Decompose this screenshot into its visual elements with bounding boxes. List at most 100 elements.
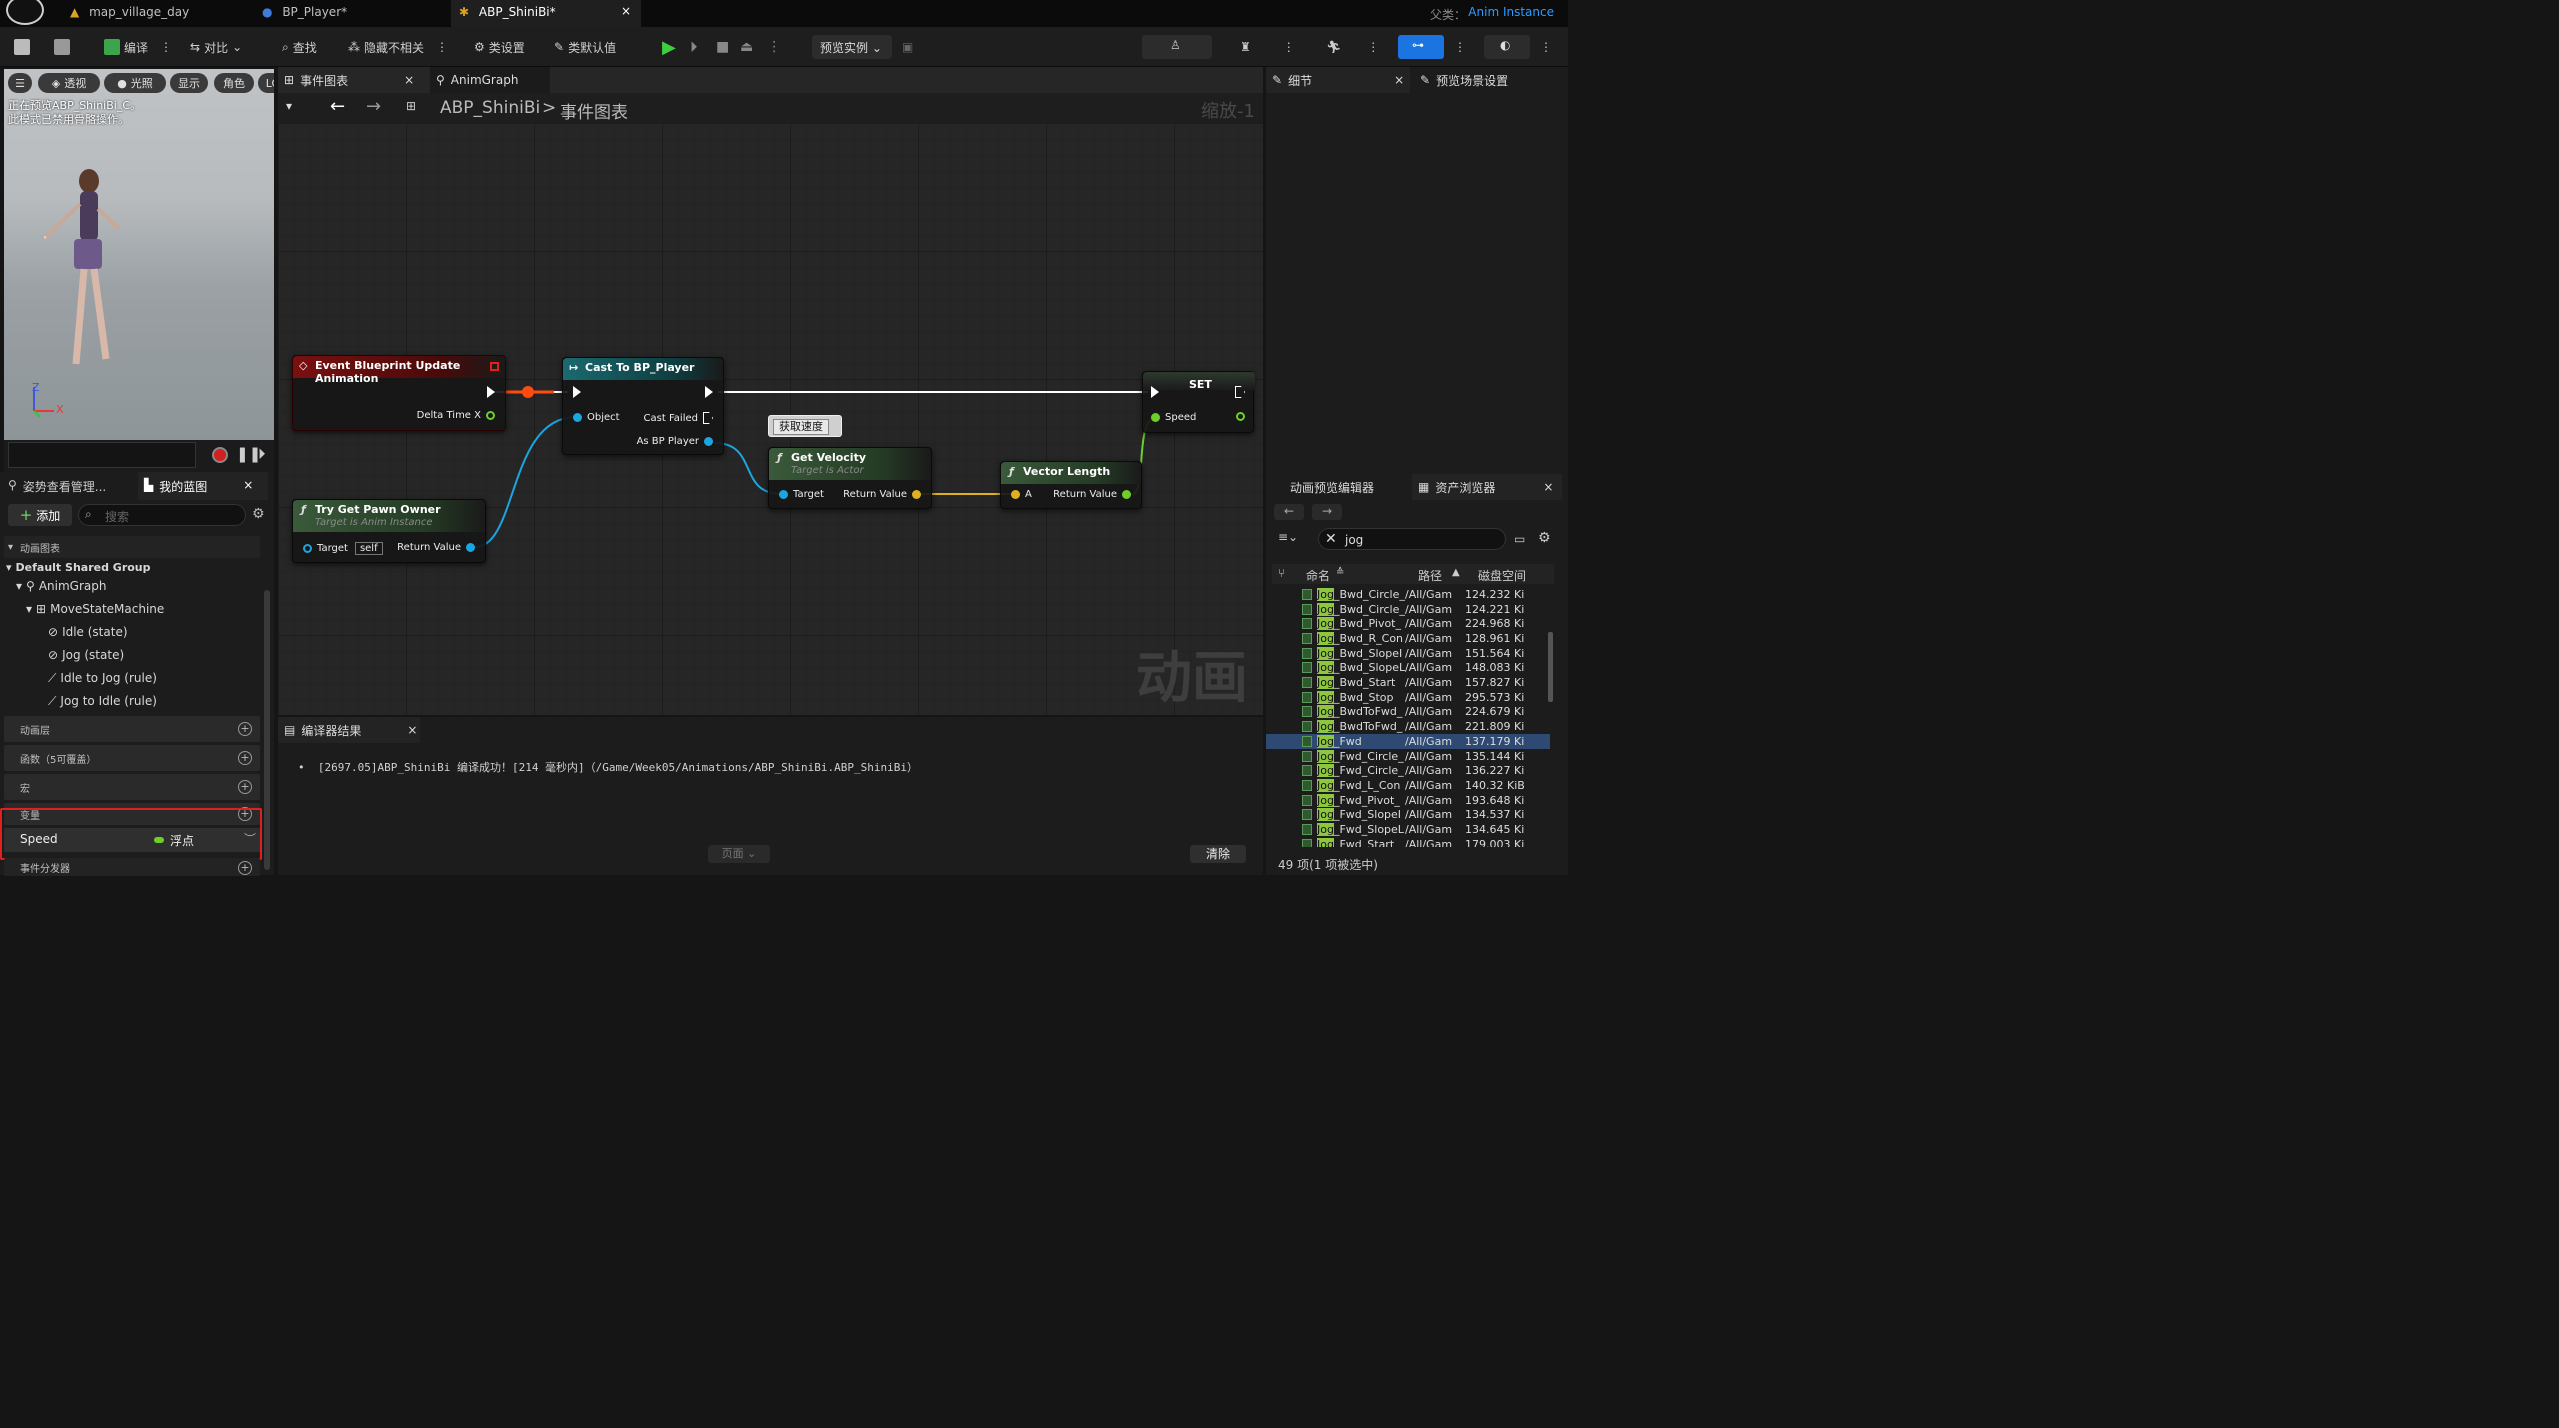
step-forward-button[interactable]: ⏵ bbox=[258, 445, 266, 463]
add-button[interactable]: + 添加 bbox=[8, 504, 72, 526]
asset-row[interactable]: Jog_Fwd_Pivot_/All/Gam 193.648 Ki bbox=[1276, 793, 1546, 808]
node-vector-length[interactable]: ƒ Vector Length A Return Value bbox=[1000, 461, 1142, 509]
close-icon[interactable]: × bbox=[1394, 73, 1404, 87]
lighting-button[interactable]: ● 光照 bbox=[104, 73, 166, 93]
diff-button[interactable]: ⇆ 对比 ⌄ bbox=[190, 36, 242, 58]
class-defaults-button[interactable]: ✎ 类默认值 bbox=[554, 36, 616, 58]
asset-row[interactable]: Jog_Bwd_Circle_/All/Gam 124.232 Ki bbox=[1276, 587, 1546, 602]
delegate-pin-icon[interactable] bbox=[490, 362, 499, 371]
perspective-button[interactable]: ◈ 透视 bbox=[38, 73, 100, 93]
asset-row[interactable]: Jog_Fwd_SlopeL/All/Gam 134.645 Ki bbox=[1276, 822, 1546, 837]
tree-move-state-machine[interactable]: ▾ ⊞ MoveStateMachine bbox=[26, 598, 164, 620]
preview-instance-dropdown[interactable]: 预览实例 ⌄ bbox=[812, 35, 892, 59]
exec-out-pin[interactable] bbox=[487, 386, 495, 398]
clear-button[interactable]: 清除 bbox=[1190, 845, 1246, 863]
node-event-update-animation[interactable]: ◇ Event Blueprint Update Animation Delta… bbox=[292, 355, 506, 431]
unreal-logo-icon[interactable] bbox=[6, 0, 44, 25]
cast-object-pin[interactable]: Object bbox=[573, 412, 620, 423]
node-get-velocity[interactable]: ƒ Get Velocity Target is Actor Target Re… bbox=[768, 447, 932, 509]
tab-bp-player[interactable]: ● BP_Player* bbox=[252, 0, 447, 27]
asset-row[interactable]: Jog_Fwd_Circle_/All/Gam 136.227 Ki bbox=[1276, 763, 1546, 778]
tree-jog-state[interactable]: ⊘ Jog (state) bbox=[48, 644, 124, 666]
comment-bubble[interactable]: 获取速度 bbox=[768, 415, 842, 437]
record-button[interactable] bbox=[212, 447, 228, 463]
skeleton-mode-button[interactable]: ♙ bbox=[1142, 35, 1212, 59]
set-speed-out-pin[interactable] bbox=[1236, 412, 1245, 421]
asset-row[interactable]: Jog_Bwd_Stop/All/Gam 295.573 Ki bbox=[1276, 690, 1546, 705]
asset-row[interactable]: Jog_Fwd/All/Gam 137.179 Ki bbox=[1266, 734, 1550, 749]
pawn-target-pin[interactable]: Target self bbox=[303, 542, 383, 555]
tree-animgraph[interactable]: ▾ ⚲ AnimGraph bbox=[16, 575, 106, 597]
velocity-return-pin[interactable]: Return Value bbox=[843, 489, 921, 500]
asset-row[interactable]: Jog_Fwd_Start/All/Gam 179.003 Ki bbox=[1276, 837, 1546, 847]
tab-preview-scene-settings[interactable]: ✎ 预览场景设置 bbox=[1414, 67, 1564, 93]
blueprint-mode-button[interactable]: ⊶ bbox=[1398, 35, 1444, 59]
show-button[interactable]: 显示 bbox=[170, 73, 208, 93]
tab-pose-watch[interactable]: ⚲ 姿势查看管理... bbox=[8, 478, 106, 495]
velocity-target-pin[interactable]: Target bbox=[779, 489, 824, 500]
physics-mode-button[interactable]: ◐ bbox=[1484, 35, 1530, 59]
asset-row[interactable]: Jog_BwdToFwd_/All/Gam 224.679 Ki bbox=[1276, 705, 1546, 720]
character-button[interactable]: 角色 bbox=[214, 73, 254, 93]
class-settings-button[interactable]: ⚙ 类设置 bbox=[474, 36, 525, 58]
asset-row[interactable]: Jog_Bwd_SlopeL/All/Gam 148.083 Ki bbox=[1276, 661, 1546, 676]
add-macro-icon[interactable]: + bbox=[238, 780, 252, 794]
set-exec-in-pin[interactable] bbox=[1151, 386, 1159, 398]
close-icon[interactable]: × bbox=[407, 723, 417, 737]
asset-row[interactable]: Jog_Fwd_SlopeI/All/Gam 134.537 Ki bbox=[1276, 808, 1546, 823]
tab-asset-browser[interactable]: ▦ 资产浏览器 × bbox=[1412, 474, 1562, 500]
asset-row[interactable]: Jog_Fwd_L_Con/All/Gam 140.32 KiB bbox=[1276, 778, 1546, 793]
asset-row[interactable]: Jog_Bwd_Start/All/Gam 157.827 Ki bbox=[1276, 675, 1546, 690]
blueprint-search-input[interactable]: ⌕ 搜索 bbox=[78, 504, 246, 526]
save-button[interactable] bbox=[14, 36, 30, 58]
section-anim-graph[interactable]: ▾ 动画图表 bbox=[4, 536, 260, 558]
pawn-return-pin[interactable]: Return Value bbox=[397, 542, 475, 553]
close-icon[interactable]: × bbox=[1543, 480, 1553, 494]
page-dropdown[interactable]: 页面 ⌄ bbox=[708, 845, 770, 863]
tab-map-village-day[interactable]: ▲ map_village_day bbox=[58, 0, 248, 27]
more-options-button[interactable]: ⋮ bbox=[1540, 36, 1552, 58]
asset-row[interactable]: Jog_BwdToFwd_/All/Gam 221.809 Ki bbox=[1276, 719, 1546, 734]
node-cast-to-bp-player[interactable]: ↦ Cast To BP_Player Object Cast Failed A… bbox=[562, 357, 724, 455]
asset-scrollbar[interactable] bbox=[1548, 632, 1553, 702]
tab-details[interactable]: ✎ 细节 × bbox=[1266, 67, 1410, 93]
timeline-scrubber[interactable] bbox=[8, 442, 196, 468]
asset-row[interactable]: Jog_Bwd_Circle_/All/Gam 124.221 Ki bbox=[1276, 602, 1546, 617]
debug-filter-button[interactable]: ▣ bbox=[902, 36, 913, 58]
set-speed-in-pin[interactable]: Speed bbox=[1151, 412, 1196, 423]
gear-icon[interactable]: ⚙ bbox=[252, 506, 265, 522]
asset-search-input[interactable]: ✕ jog bbox=[1318, 528, 1506, 550]
tree-idle-to-jog-rule[interactable]: ⟋ Idle to Jog (rule) bbox=[48, 667, 157, 689]
section-anim-layers[interactable]: 动画层 + bbox=[4, 716, 260, 742]
tab-anim-preview-editor[interactable]: 动画预览编辑器 bbox=[1280, 474, 1414, 500]
asset-row[interactable]: Jog_Bwd_SlopeI/All/Gam 151.564 Ki bbox=[1276, 646, 1546, 661]
asset-row[interactable]: Jog_Bwd_Pivot_/All/Gam 224.968 Ki bbox=[1276, 616, 1546, 631]
mesh-mode-button[interactable]: ♜ ⋮ bbox=[1240, 36, 1295, 58]
folder-icon[interactable]: ▭ bbox=[1514, 532, 1525, 546]
asset-list[interactable]: Jog_Bwd_Circle_/All/Gam 124.232 Ki Jog_Bwd… bbox=[1266, 587, 1556, 847]
section-event-dispatchers[interactable]: 事件分发器 + bbox=[4, 858, 260, 876]
tab-my-blueprint[interactable]: ▙ 我的蓝图 × bbox=[138, 472, 268, 500]
filter-icon[interactable]: ≡⌄ bbox=[1278, 530, 1298, 544]
tree-jog-to-idle-rule[interactable]: ⟋ Jog to Idle (rule) bbox=[48, 690, 157, 712]
cast-exec-out-pin[interactable] bbox=[705, 386, 713, 398]
gear-icon[interactable]: ⚙ bbox=[1538, 530, 1551, 546]
section-macros[interactable]: 宏 + bbox=[4, 774, 260, 800]
back-button[interactable]: ← bbox=[1274, 504, 1304, 520]
panel-scrollbar[interactable] bbox=[264, 590, 270, 870]
node-try-get-pawn-owner[interactable]: ƒ Try Get Pawn Owner Target is Anim Inst… bbox=[292, 499, 486, 563]
cast-failed-pin[interactable]: Cast Failed bbox=[644, 412, 713, 424]
cast-exec-in-pin[interactable] bbox=[573, 386, 581, 398]
tree-idle-state[interactable]: ⊘ Idle (state) bbox=[48, 621, 128, 643]
stop-button[interactable]: ■ bbox=[716, 36, 729, 58]
col-path[interactable]: 路径 bbox=[1418, 567, 1442, 584]
viewport-menu-button[interactable]: ☰ bbox=[8, 73, 32, 93]
play-button[interactable]: ▶ bbox=[662, 36, 676, 58]
find-button[interactable]: ⌕ 查找 bbox=[282, 36, 317, 58]
vlength-a-pin[interactable]: A bbox=[1011, 489, 1032, 500]
browse-button[interactable] bbox=[54, 36, 70, 58]
self-value-field[interactable]: self bbox=[354, 542, 383, 555]
step-button[interactable]: ⏵ bbox=[690, 36, 698, 58]
clear-search-icon[interactable]: ✕ bbox=[1325, 531, 1337, 547]
close-icon[interactable]: × bbox=[621, 4, 631, 18]
